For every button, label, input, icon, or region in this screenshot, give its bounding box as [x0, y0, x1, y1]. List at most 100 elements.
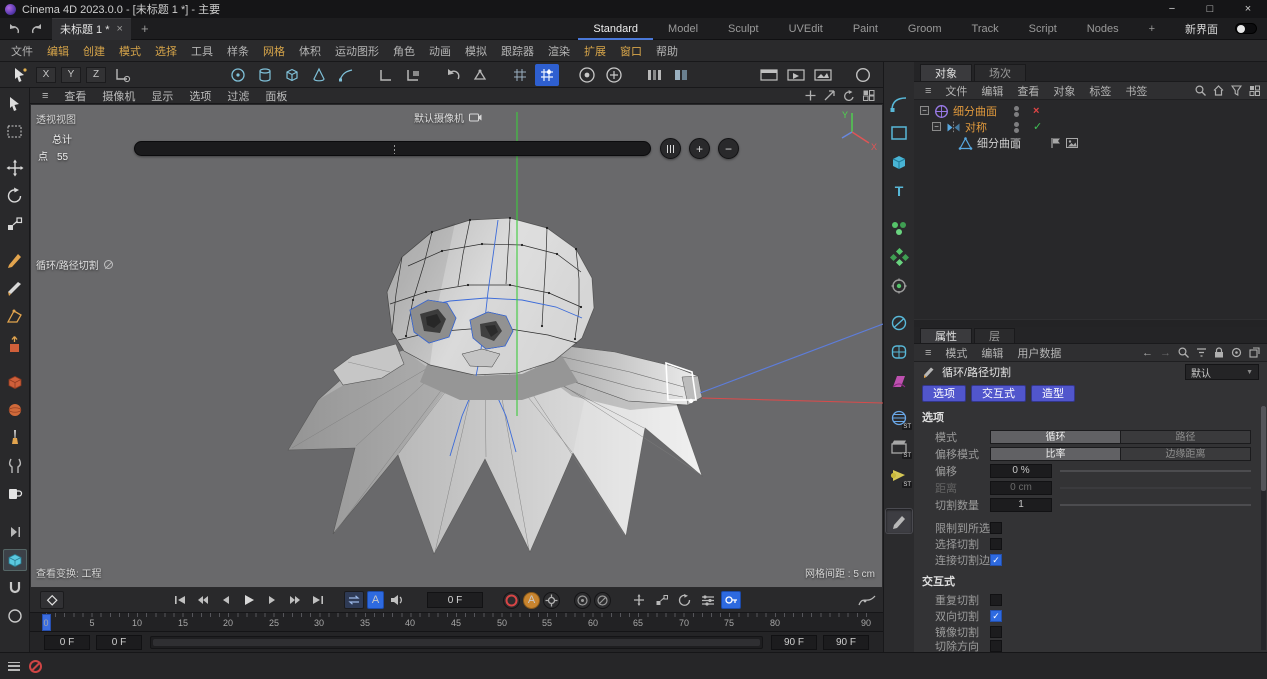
mirror-cut-checkbox[interactable]: [990, 626, 1002, 638]
slider-steps-button[interactable]: [660, 138, 681, 159]
menu-tracker[interactable]: 跟踪器: [494, 43, 541, 59]
cylinder-tool-icon[interactable]: [253, 64, 277, 86]
search-icon[interactable]: [1178, 347, 1189, 358]
object-row-polygon-mesh[interactable]: 细分曲面: [914, 135, 1267, 151]
next-frame-button[interactable]: [262, 591, 282, 609]
menu-window[interactable]: 窗口: [613, 43, 649, 59]
home-icon[interactable]: [1213, 85, 1224, 96]
status-menu-icon[interactable]: [8, 662, 20, 671]
cube-primitive-icon[interactable]: [3, 371, 27, 393]
viewport-menu-filter[interactable]: 过滤: [219, 88, 257, 104]
make-editable-icon[interactable]: [468, 64, 492, 86]
bend-deformer-icon[interactable]: [886, 369, 912, 393]
selection-ring-icon[interactable]: [226, 64, 250, 86]
keyframe-off-button[interactable]: [594, 592, 611, 609]
repeat-cut-checkbox[interactable]: [990, 594, 1002, 606]
render-view-button[interactable]: [575, 64, 599, 86]
menu-render[interactable]: 渲染: [541, 43, 577, 59]
search-icon[interactable]: [1195, 85, 1206, 96]
range-slider[interactable]: [150, 636, 763, 649]
viewport-menu-cameras[interactable]: 摄像机: [94, 88, 143, 104]
object-row-subdivision-surface[interactable]: − 细分曲面 ×: [914, 103, 1267, 119]
viewport-menu-options[interactable]: 选项: [181, 88, 219, 104]
tab-objects[interactable]: 对象: [920, 64, 972, 81]
view-undo-icon[interactable]: [441, 64, 465, 86]
filter-icon[interactable]: [1231, 85, 1242, 96]
focus-icon[interactable]: [1231, 347, 1242, 358]
render-queue-button[interactable]: [757, 64, 781, 86]
attribute-scrollbar[interactable]: [1261, 406, 1266, 650]
menu-mesh[interactable]: 网格: [256, 43, 292, 59]
workplane-icon[interactable]: [374, 64, 398, 86]
mode-loop-option[interactable]: 循环: [991, 431, 1121, 443]
redo-icon[interactable]: [28, 21, 44, 37]
range-start-field[interactable]: 0 F: [44, 635, 90, 650]
menu-mode[interactable]: 模式: [112, 43, 148, 59]
slider-decrease-button[interactable]: −: [718, 138, 739, 159]
om-menu-objects[interactable]: 对象: [1046, 83, 1082, 99]
sound-button[interactable]: [387, 591, 407, 609]
rotate-view-icon[interactable]: [843, 90, 855, 101]
menu-select[interactable]: 选择: [148, 43, 184, 59]
collapse-icon[interactable]: −: [932, 122, 941, 131]
select-tool-icon[interactable]: [3, 93, 27, 115]
play-button[interactable]: [239, 591, 259, 609]
view-options-icon[interactable]: [1249, 85, 1260, 96]
quantize-toggle-icon[interactable]: [508, 64, 532, 86]
am-menu-edit[interactable]: 编辑: [974, 345, 1010, 361]
keyframe-selection-button[interactable]: [574, 592, 591, 609]
layout-tab-sculpt[interactable]: Sculpt: [713, 18, 774, 40]
clipped-checkbox[interactable]: [990, 640, 1002, 652]
menu-extensions[interactable]: 扩展: [577, 43, 613, 59]
pan-view-icon[interactable]: [805, 90, 816, 101]
new-interface-label[interactable]: 新界面: [1170, 18, 1233, 40]
am-menu-userdata[interactable]: 用户数据: [1010, 345, 1068, 361]
timeline-ruler[interactable]: 0 5 10 15 20 25 30 35 40 45 50 55 60 65 …: [30, 612, 883, 631]
content-browser-icon[interactable]: [851, 64, 875, 86]
range-end-field[interactable]: 90 F: [771, 635, 817, 650]
visibility-dots[interactable]: [1014, 122, 1019, 134]
menu-tools[interactable]: 工具: [184, 43, 220, 59]
autokey-record-button[interactable]: A: [523, 592, 540, 609]
scale-tool-icon[interactable]: [3, 213, 27, 235]
cube-tool-icon[interactable]: [280, 64, 304, 86]
dolly-view-icon[interactable]: [824, 90, 835, 101]
document-tab[interactable]: 未标题 1 * ×: [52, 18, 131, 40]
tweak-tool-icon[interactable]: [3, 455, 27, 477]
bidirectional-checkbox[interactable]: ✓: [990, 610, 1002, 622]
filter-icon[interactable]: [1196, 347, 1207, 358]
sky-object-icon[interactable]: ST: [886, 406, 912, 430]
snap-toggle-icon[interactable]: [535, 64, 559, 86]
spline-pen-object-icon[interactable]: [886, 92, 912, 116]
group-modeling-button[interactable]: 造型: [1031, 385, 1075, 402]
object-label[interactable]: 细分曲面: [953, 103, 997, 119]
light-object-icon[interactable]: ST: [886, 464, 912, 488]
offset-slider[interactable]: [1060, 470, 1251, 472]
generator-disabled-icon[interactable]: ×: [1033, 103, 1039, 119]
render-settings-button[interactable]: [602, 64, 626, 86]
spline-pen-icon[interactable]: [334, 64, 358, 86]
om-menu-view[interactable]: 查看: [1010, 83, 1046, 99]
previous-key-button[interactable]: [193, 591, 213, 609]
range-start-field-2[interactable]: 0 F: [96, 635, 142, 650]
select-cuts-checkbox[interactable]: [990, 538, 1002, 550]
interactive-render-button[interactable]: [784, 64, 808, 86]
object-row-symmetry[interactable]: − 对称 ✓: [914, 119, 1267, 135]
new-window-icon[interactable]: [1249, 347, 1260, 358]
slider-increase-button[interactable]: +: [689, 138, 710, 159]
stage-object-icon[interactable]: ST: [886, 435, 912, 459]
asset-mug-icon[interactable]: [3, 483, 27, 505]
offset-mode-edge-option[interactable]: 边缘距离: [1121, 448, 1250, 460]
viewport-menu-panel[interactable]: 面板: [257, 88, 295, 104]
tab-attributes[interactable]: 属性: [920, 328, 972, 343]
viewport-menu-view[interactable]: 查看: [56, 88, 94, 104]
rectangle-select-icon[interactable]: [3, 121, 27, 143]
layout-tab-nodes[interactable]: Nodes: [1072, 18, 1134, 40]
menu-file[interactable]: 文件: [4, 43, 40, 59]
cut-count-slider[interactable]: [1060, 504, 1251, 506]
text-object-icon[interactable]: T: [886, 179, 912, 203]
om-menu-bookmarks[interactable]: 书签: [1118, 83, 1154, 99]
fcurve-editor-button[interactable]: [857, 591, 877, 609]
solo-ring-icon[interactable]: [3, 605, 27, 627]
om-menu-file[interactable]: 文件: [938, 83, 974, 99]
